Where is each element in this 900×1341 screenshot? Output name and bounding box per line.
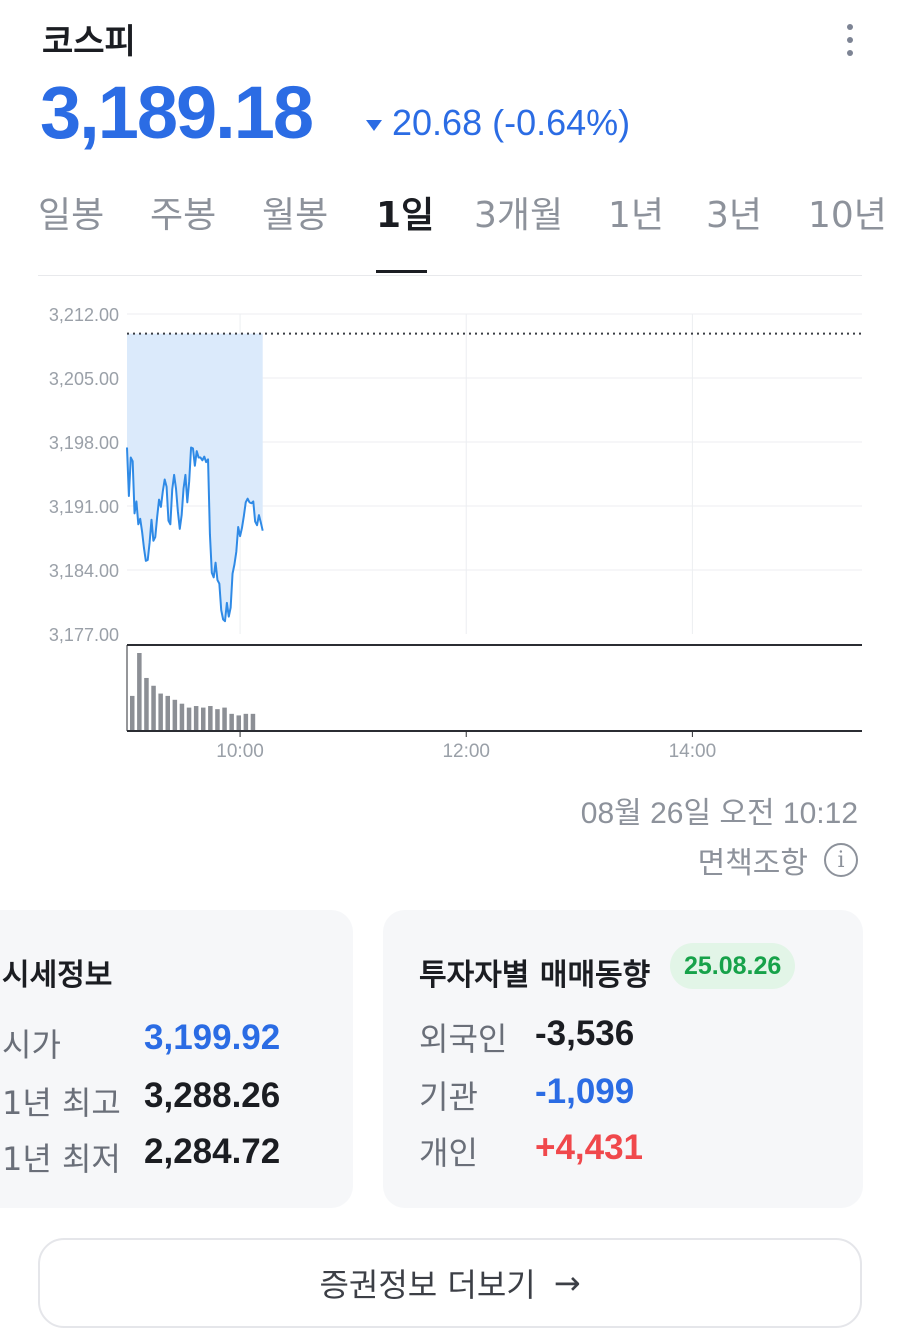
investor-trend-title: 투자자별 매매동향 — [419, 958, 651, 993]
y-tick-label: 3,205.00 — [49, 369, 119, 389]
investor-trend-card: 투자자별 매매동향 25.08.26 외국인 -3,536 기관 -1,099 … — [383, 910, 863, 1208]
price-info-card: 시세정보 시가 3,199.92 1년 최고 3,288.26 1년 최저 2,… — [0, 910, 353, 1208]
period-tabs: 일봉 주봉 월봉 1일 3개월 1년 3년 10년 — [0, 186, 900, 276]
price-info-title: 시세정보 — [2, 958, 113, 993]
foreign-label: 외국인 — [419, 1020, 508, 1058]
more-button-label: 증권정보 더보기 — [319, 1266, 536, 1304]
volume-bar — [158, 693, 163, 731]
volume-bar — [229, 713, 234, 731]
disclaimer-link[interactable]: 면책조항 i — [698, 838, 858, 882]
institution-label: 기관 — [419, 1078, 478, 1116]
volume-bar — [165, 695, 170, 731]
tab-1year[interactable]: 1년 — [608, 186, 664, 238]
y-tick-label: 3,177.00 — [49, 625, 119, 645]
more-vertical-icon[interactable] — [838, 20, 862, 60]
info-icon[interactable]: i — [824, 843, 858, 877]
open-label: 시가 — [2, 1026, 61, 1064]
x-tick-label: 14:00 — [669, 741, 717, 762]
y-tick-label: 3,198.00 — [49, 433, 119, 453]
year-low-value: 2,284.72 — [144, 1132, 281, 1171]
price-fill-area — [127, 333, 263, 622]
timestamp: 08월 26일 오전 10:12 — [580, 797, 858, 830]
active-tab-indicator — [376, 270, 427, 273]
volume-bar — [250, 713, 256, 731]
tab-3month[interactable]: 3개월 — [474, 186, 563, 238]
year-high-value: 3,288.26 — [144, 1076, 281, 1115]
tab-1day[interactable]: 1일 — [376, 186, 434, 238]
volume-bar — [215, 709, 220, 731]
index-title: 코스피 — [42, 22, 136, 62]
volume-bar — [222, 707, 227, 731]
year-high-label: 1년 최고 — [2, 1084, 121, 1122]
y-tick-label: 3,191.00 — [49, 497, 119, 517]
tab-10year[interactable]: 10년 — [808, 186, 887, 238]
tab-monthly[interactable]: 월봉 — [262, 186, 328, 238]
price-change-text: 20.68 (-0.64%) — [392, 102, 631, 143]
foreign-value: -3,536 — [535, 1014, 635, 1053]
volume-bar — [208, 706, 213, 731]
volume-bar — [144, 677, 149, 731]
more-securities-info-button[interactable]: 증권정보 더보기 → — [38, 1238, 862, 1328]
x-tick-label: 12:00 — [442, 741, 490, 762]
down-triangle-icon — [366, 119, 382, 131]
volume-bar — [243, 713, 249, 731]
volume-bar — [179, 703, 185, 731]
volume-bar — [130, 695, 135, 731]
tabs-divider — [38, 275, 862, 276]
y-tick-label: 3,184.00 — [49, 561, 119, 581]
intraday-chart[interactable]: 3,212.00 3,205.00 3,198.00 3,191.00 3,184.00… — [0, 290, 900, 770]
current-price: 3,189.18 — [40, 71, 314, 154]
volume-bar — [151, 685, 156, 731]
y-tick-label: 3,212.00 — [49, 305, 119, 325]
investor-date-badge: 25.08.26 — [670, 943, 796, 989]
individual-value: +4,431 — [535, 1128, 644, 1167]
tab-3year[interactable]: 3년 — [706, 186, 762, 238]
tab-daily[interactable]: 일봉 — [38, 186, 104, 238]
arrow-right-icon: → — [553, 1264, 581, 1302]
x-tick-label: 10:00 — [216, 741, 264, 762]
tab-weekly[interactable]: 주봉 — [150, 186, 216, 238]
price-change: 20.68 (-0.64%) — [366, 102, 630, 144]
volume-bar — [137, 653, 142, 731]
open-value: 3,199.92 — [144, 1018, 281, 1057]
institution-value: -1,099 — [535, 1072, 635, 1111]
volume-bar — [193, 706, 199, 731]
volume-bar — [236, 715, 241, 731]
volume-bar — [186, 707, 192, 731]
individual-label: 개인 — [419, 1134, 478, 1172]
year-low-label: 1년 최저 — [2, 1140, 121, 1178]
disclaimer-label: 면책조항 — [697, 846, 808, 881]
volume-bar — [172, 699, 178, 731]
volume-bar — [201, 707, 206, 731]
